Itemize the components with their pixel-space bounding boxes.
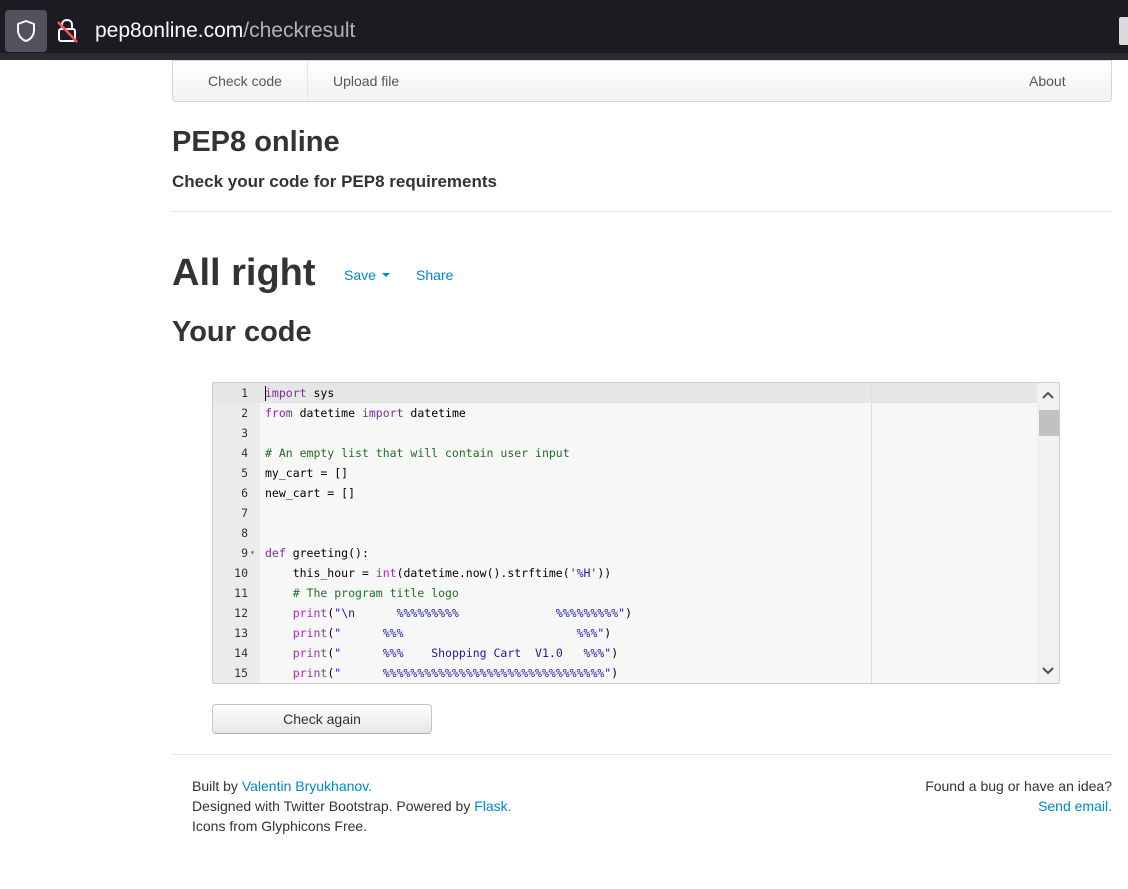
code-line: 1 import sys	[213, 383, 1037, 403]
line-number: 2	[241, 406, 248, 420]
insecure-lock-icon[interactable]	[56, 18, 80, 44]
code-text: print(" %%%%%%%%%%%%%%%%%%%%%%%%%%%%%%%%…	[292, 666, 619, 680]
save-dropdown[interactable]: Save	[344, 265, 376, 285]
url-host: pep8online.com	[95, 19, 244, 42]
nav-upload-file[interactable]: Upload file	[333, 61, 399, 101]
footer-built-by: Built by Valentin Bryukhanov.	[192, 776, 372, 796]
code-text: # An empty list that will contain user i…	[265, 446, 570, 460]
divider	[172, 211, 1112, 212]
line-number: 8	[241, 526, 248, 540]
text-cursor	[265, 386, 266, 401]
code-line: 6 new_cart = []	[213, 483, 1037, 503]
line-number: 7	[241, 506, 248, 520]
code-line: 15 print(" %%%%%%%%%%%%%%%%%%%%%%%%%%%%%…	[213, 663, 1037, 683]
line-number: 13	[234, 626, 248, 640]
caret-down-icon[interactable]	[382, 273, 390, 277]
code-line: 12 print("\n %%%%%%%%% %%%%%%%%%")	[213, 603, 1037, 623]
code-line: 7	[213, 503, 1037, 523]
scrollbar-thumb[interactable]	[1039, 410, 1059, 436]
url-bar[interactable]: pep8online.com/checkresult	[95, 17, 355, 45]
built-by-text: Built by	[192, 778, 242, 794]
check-again-button[interactable]: Check again	[212, 704, 432, 734]
line-number: 3	[241, 426, 248, 440]
browser-toolbar-border	[0, 53, 1128, 60]
code-line: 2 from datetime import datetime	[213, 403, 1037, 423]
code-text: # The program title logo	[265, 586, 459, 600]
page-subtitle: Check your code for PEP8 requirements	[172, 172, 497, 191]
code-text: import sys	[265, 386, 335, 400]
line-number: 1	[241, 386, 248, 400]
code-text: from datetime import datetime	[265, 406, 466, 420]
line-number: 9	[241, 546, 248, 560]
line-number: 14	[234, 646, 248, 660]
line-number: 12	[234, 606, 248, 620]
code-line: 4 # An empty list that will contain user …	[213, 443, 1037, 463]
fold-arrow-icon[interactable]: ▾	[250, 543, 255, 563]
footer-bug-text: Found a bug or have an idea?	[925, 778, 1112, 794]
code-text: print(" %%% %%%")	[292, 626, 612, 640]
line-number: 11	[234, 586, 248, 600]
code-line: 11 # The program title logo	[213, 583, 1037, 603]
footer-designed: Designed with Twitter Bootstrap. Powered…	[192, 796, 512, 816]
line-number: 5	[241, 466, 248, 480]
browser-toolbar: pep8online.com/checkresult	[0, 0, 1128, 60]
nav-check-code[interactable]: Check code	[208, 61, 282, 101]
code-text: print("\n %%%%%%%%% %%%%%%%%%")	[292, 606, 632, 620]
result-status: All right	[172, 252, 316, 294]
send-email-text[interactable]: Send email.	[1038, 798, 1112, 814]
share-link[interactable]: Share	[416, 265, 453, 285]
line-number: 10	[234, 566, 248, 580]
chevron-up-icon[interactable]	[1037, 385, 1059, 405]
code-text: new_cart = []	[265, 486, 356, 500]
line-number: 6	[241, 486, 248, 500]
chevron-down-icon[interactable]	[1037, 661, 1059, 681]
code-editor[interactable]: 1 import sys 2 from datetime import datetim…	[212, 382, 1060, 684]
code-line: 10 this_hour = int(datetime.now().strfti…	[213, 563, 1037, 583]
flask-link[interactable]: Flask.	[474, 798, 511, 814]
footer-divider	[172, 754, 1112, 755]
code-text: my_cart = []	[265, 466, 349, 480]
url-path: /checkresult	[243, 19, 356, 42]
code-line: 14 print(" %%% Shopping Cart V1.0 %%%")	[213, 643, 1037, 663]
code-text: print(" %%% Shopping Cart V1.0 %%%")	[292, 646, 619, 660]
line-number: 4	[241, 446, 248, 460]
nav-divider	[307, 61, 308, 101]
code-line: 13 print(" %%% %%%")	[213, 623, 1037, 643]
send-email-link[interactable]: Send email.	[1038, 796, 1112, 816]
footer-icons-credit: Icons from Glyphicons Free.	[192, 818, 368, 834]
line-number: 15	[234, 666, 248, 680]
code-section-title: Your code	[172, 316, 312, 348]
code-text: def greeting():	[265, 546, 369, 560]
nav-about[interactable]: About	[1029, 61, 1066, 101]
code-line: 3	[213, 423, 1037, 443]
code-text: this_hour = int(datetime.now().strftime(…	[265, 566, 612, 580]
author-link[interactable]: Valentin Bryukhanov.	[242, 778, 372, 794]
toolbar-edge	[1119, 17, 1128, 45]
code-line: 8	[213, 523, 1037, 543]
code-line: 9 ▾ def greeting():	[213, 543, 1037, 563]
code-line: 5 my_cart = []	[213, 463, 1037, 483]
shield-icon[interactable]	[5, 10, 47, 52]
page-title: PEP8 online	[172, 126, 340, 158]
navbar: Check code Upload file About	[172, 60, 1112, 102]
designed-text: Designed with Twitter Bootstrap. Powered…	[192, 798, 475, 814]
